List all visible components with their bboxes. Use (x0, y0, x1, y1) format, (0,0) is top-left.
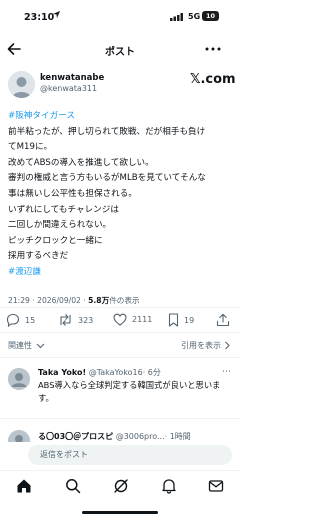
battery-level: 10 (202, 11, 219, 21)
mail-icon (208, 480, 224, 492)
view-count[interactable]: 5.8万 (88, 296, 109, 305)
reply-placeholder: 返信をポスト (40, 450, 88, 459)
reply-author-handle[interactable]: @3006pro... (116, 432, 165, 441)
tab-search[interactable] (65, 478, 81, 494)
post-line: 採用するべきだ (8, 251, 69, 262)
chevron-right-icon (225, 341, 230, 350)
tab-home[interactable] (16, 478, 32, 494)
share-button[interactable] (216, 313, 235, 327)
reply-button[interactable]: 15 (6, 313, 35, 327)
repost-count: 323 (78, 315, 94, 325)
hashtag-link[interactable]: #阪神タイガース (8, 109, 236, 125)
view-label: 件の表示 (109, 296, 140, 305)
location-arrow-icon (52, 10, 61, 19)
reply-more-button[interactable]: ⋯ (222, 367, 231, 377)
bookmark-icon (168, 313, 179, 327)
x-logo: 𝕏.com (190, 72, 236, 87)
reply-text: ABS導入なら全球判定する韓国式が良いと思いま す。 (38, 380, 221, 403)
post-line: 審判の権威と言う方もいるがMLBを見ていてそんな (8, 173, 206, 184)
post-line: ピッチクロックと一緒に (8, 235, 103, 246)
reply-count: 15 (25, 315, 36, 325)
sort-label: 関連性 (8, 341, 32, 350)
reply-age: · 6分 (142, 368, 161, 377)
hashtag-link[interactable]: #渡辺謙 (8, 265, 236, 281)
repost-icon (60, 314, 71, 326)
author-name[interactable]: kenwatanabe (40, 73, 104, 83)
reply-author-name[interactable]: る〇03〇＠プロスピ (38, 432, 113, 441)
like-button[interactable]: 2111 (113, 313, 152, 326)
network-type: 5G (188, 12, 201, 21)
sort-dropdown[interactable]: 関連性 (8, 340, 45, 351)
post-meta: 21:29 · 2026/09/02 · 5.8万件の表示 (8, 295, 140, 306)
divider (0, 418, 240, 419)
status-time: 23:10 (24, 12, 55, 23)
divider (0, 307, 240, 308)
divider (0, 332, 240, 333)
bookmark-count: 19 (184, 315, 195, 325)
bookmark-button[interactable]: 19 (168, 313, 194, 327)
post-line: てM19に。 (8, 142, 53, 153)
post-line: 前半粘ったが、押し切られて敗戦、だが相手も負け (8, 126, 206, 137)
home-icon (17, 479, 31, 493)
more-button[interactable] (205, 47, 221, 51)
tab-grok[interactable] (113, 478, 129, 494)
post-text: #阪神タイガース 前半粘ったが、押し切られて敗戦、だが相手も負け てM19に。 … (8, 109, 236, 281)
post-line: いずれにしてもチャレンジは (8, 204, 119, 215)
author-avatar[interactable] (8, 71, 35, 98)
bell-icon (162, 479, 176, 494)
reply-header: Taka Yoko! @TakaYoko16· 6分 (38, 367, 161, 378)
share-icon (216, 313, 230, 327)
more-icon (205, 47, 221, 51)
post-line: 二回しか間違えられない。 (8, 220, 112, 231)
signal-icon (170, 13, 184, 21)
view-quotes-link[interactable]: 引用を表示 (181, 340, 231, 351)
post-line: 事は無いし公平性も担保される。 (8, 188, 137, 199)
tab-messages[interactable] (208, 478, 224, 494)
search-icon (66, 479, 81, 494)
reply-header: る〇03〇＠プロスピ @3006pro...· 1時間 (38, 431, 191, 442)
reply-author-handle[interactable]: @TakaYoko16 (89, 368, 143, 377)
post-timestamp: 21:29 · 2026/09/02 · (8, 296, 89, 305)
heart-icon (113, 313, 127, 326)
reply-avatar[interactable] (8, 368, 30, 390)
divider (0, 357, 240, 358)
reply-icon (6, 313, 20, 327)
grok-icon (114, 479, 128, 493)
page-title: ポスト (105, 47, 135, 58)
tab-notifications[interactable] (161, 478, 177, 494)
post-line: 改めてABSの導入を推進して欲しい。 (8, 157, 154, 168)
like-count: 2111 (132, 315, 153, 324)
repost-button[interactable]: 323 (58, 313, 93, 327)
home-indicator (82, 511, 158, 514)
quotes-label: 引用を表示 (181, 341, 221, 350)
reply-author-name[interactable]: Taka Yoko! (38, 368, 86, 377)
author-handle[interactable]: @kenwata311 (40, 84, 97, 93)
chevron-down-icon (36, 343, 45, 348)
reply-age: · 1時間 (164, 432, 191, 441)
